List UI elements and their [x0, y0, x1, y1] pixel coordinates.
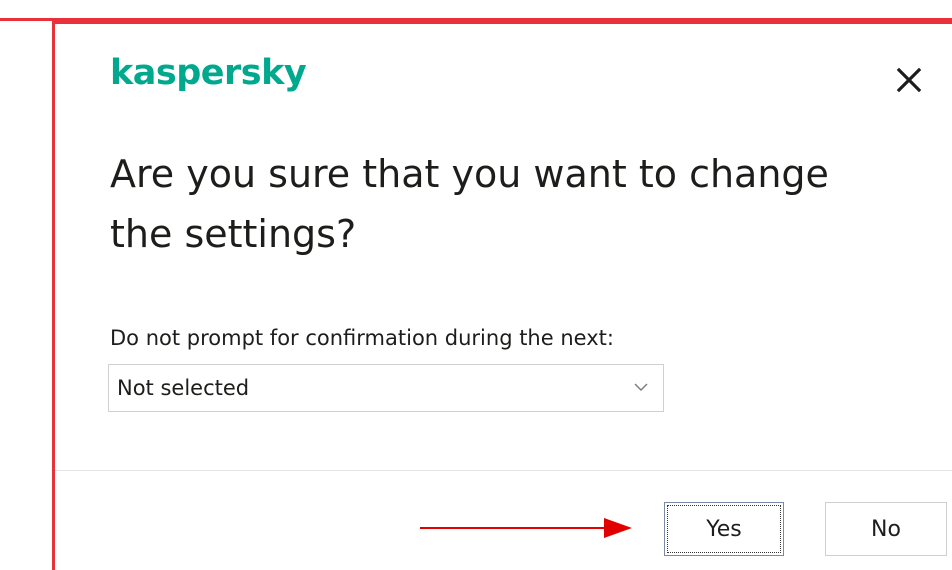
confirmation-period-select[interactable]: Not selected	[108, 364, 664, 412]
screenshot-canvas: kaspersky Are you sure that you want to …	[0, 0, 952, 570]
yes-button[interactable]: Yes	[664, 502, 784, 556]
no-button[interactable]: No	[825, 502, 947, 556]
dialog-title: Are you sure that you want to change the…	[110, 152, 829, 256]
close-button[interactable]	[889, 60, 929, 100]
select-value: Not selected	[117, 376, 250, 400]
kaspersky-logo: kaspersky	[110, 53, 307, 93]
close-icon	[896, 67, 922, 93]
prompt-label: Do not prompt for confirmation during th…	[110, 326, 614, 350]
chevron-down-icon	[634, 383, 648, 391]
annotation-arrow-icon	[420, 518, 632, 538]
confirmation-dialog: kaspersky Are you sure that you want to …	[52, 21, 952, 570]
footer-divider	[55, 470, 952, 471]
